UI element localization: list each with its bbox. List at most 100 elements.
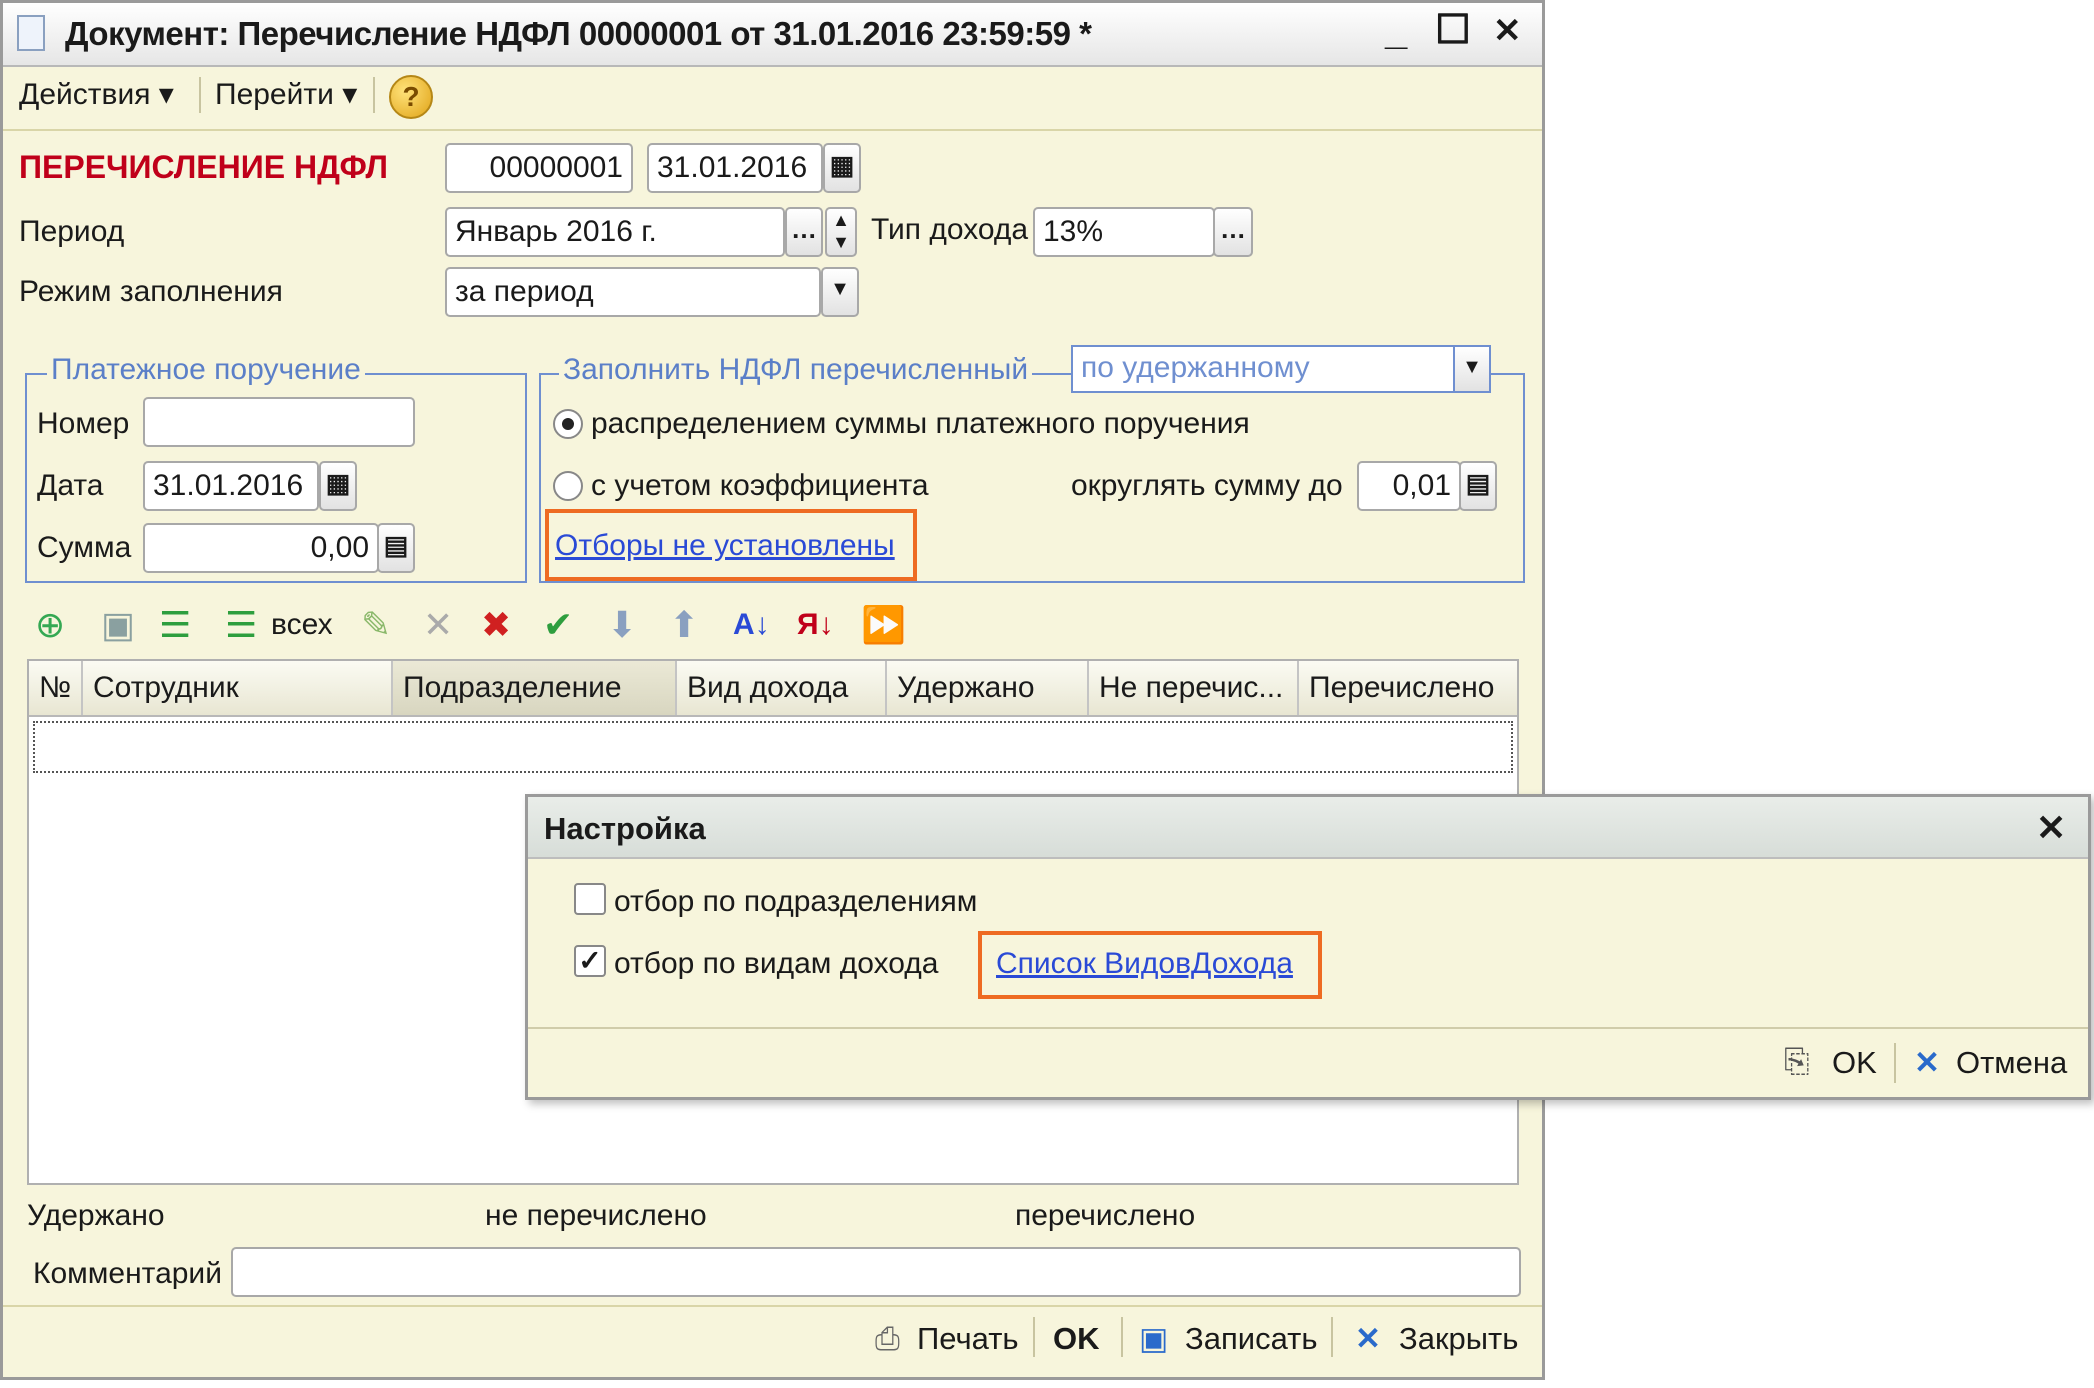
fill-icon[interactable]: ☰ bbox=[159, 603, 191, 647]
help-icon[interactable]: ? bbox=[389, 75, 433, 119]
period-select-button[interactable]: … bbox=[785, 207, 823, 257]
copy-icon[interactable]: ▣ bbox=[101, 603, 135, 647]
fill-all-label[interactable]: всех bbox=[271, 603, 333, 647]
menu-goto[interactable]: Перейти ▾ bbox=[215, 77, 357, 112]
col-not-transferred[interactable]: Не перечис... bbox=[1089, 661, 1299, 715]
sort-desc-icon[interactable]: Я↓ bbox=[797, 603, 834, 647]
calculator-icon[interactable]: ▤ bbox=[1459, 461, 1497, 511]
print-icon[interactable]: ⎙ bbox=[875, 1321, 900, 1358]
sort-asc-icon[interactable]: А↓ bbox=[733, 603, 770, 647]
fill-mode-label: Режим заполнения bbox=[19, 275, 283, 308]
col-withheld[interactable]: Удержано bbox=[887, 661, 1089, 715]
total-withheld-label: Удержано bbox=[27, 1199, 165, 1232]
check-icon[interactable]: ✔ bbox=[543, 603, 573, 647]
edit-icon[interactable]: ✎ bbox=[361, 603, 391, 647]
doc-date-field[interactable]: 31.01.2016 bbox=[647, 143, 823, 193]
po-number-field[interactable] bbox=[143, 397, 415, 447]
calculator-icon[interactable]: ▤ bbox=[377, 523, 415, 573]
period-stepper[interactable]: ▲ ▼ bbox=[825, 207, 857, 257]
period-label: Период bbox=[19, 215, 125, 248]
period-field[interactable]: Январь 2016 г. bbox=[445, 207, 785, 257]
footer-separator bbox=[1121, 1317, 1123, 1357]
ok-button[interactable]: OK bbox=[1053, 1321, 1100, 1357]
dialog-divider bbox=[528, 1027, 2088, 1029]
payment-order-title: Платежное поручение bbox=[47, 353, 365, 387]
filter-departments-checkbox[interactable] bbox=[574, 883, 606, 915]
dialog-close-button[interactable]: ✕ bbox=[2036, 807, 2066, 849]
minimize-button[interactable]: _ bbox=[1385, 9, 1407, 54]
delete-icon[interactable]: ✕ bbox=[423, 603, 453, 647]
dialog-title-bar[interactable]: Настройка ✕ bbox=[528, 797, 2088, 859]
total-not-transferred-label: не перечислено bbox=[485, 1199, 707, 1232]
col-department[interactable]: Подразделение bbox=[393, 661, 677, 715]
window-title: Документ: Перечисление НДФЛ 00000001 от … bbox=[65, 15, 1092, 52]
menu-separator bbox=[199, 77, 201, 113]
footer-divider bbox=[3, 1305, 1542, 1307]
doc-number-field[interactable]: 00000001 bbox=[445, 143, 633, 193]
filter-income-types-label: отбор по видам дохода bbox=[614, 947, 939, 980]
menu-separator bbox=[373, 77, 375, 113]
footer-separator bbox=[1331, 1317, 1333, 1357]
income-type-select-button[interactable]: … bbox=[1213, 207, 1253, 257]
radio-coefficient-label: с учетом коэффициента bbox=[591, 469, 929, 502]
document-icon bbox=[17, 15, 45, 51]
maximize-button[interactable]: ☐ bbox=[1435, 7, 1471, 53]
move-down-icon[interactable]: ⬇ bbox=[607, 603, 637, 647]
comment-label: Комментарий bbox=[33, 1257, 222, 1290]
title-bar[interactable]: Документ: Перечисление НДФЛ 00000001 от … bbox=[3, 3, 1542, 67]
settings-dialog: Настройка ✕ отбор по подразделениям ✓ от… bbox=[525, 794, 2091, 1100]
print-button[interactable]: Печать bbox=[917, 1321, 1019, 1357]
filters-link[interactable]: Отборы не установлены bbox=[555, 529, 895, 563]
po-sum-field[interactable]: 0,00 bbox=[143, 523, 379, 573]
dialog-separator bbox=[1894, 1043, 1896, 1083]
footer-separator bbox=[1033, 1317, 1035, 1357]
close-document-button[interactable]: Закрыть bbox=[1399, 1321, 1518, 1357]
calendar-icon[interactable]: ▦ bbox=[319, 461, 357, 511]
radio-distribute[interactable] bbox=[553, 409, 583, 439]
table-header: № Сотрудник Подразделение Вид дохода Уде… bbox=[29, 661, 1517, 717]
po-sum-label: Сумма bbox=[37, 531, 132, 564]
filter-income-types-checkbox[interactable]: ✓ bbox=[574, 945, 606, 977]
dialog-title: Настройка bbox=[544, 811, 706, 846]
fill-mode-select[interactable]: за период bbox=[445, 267, 821, 317]
document-window: Документ: Перечисление НДФЛ 00000001 от … bbox=[0, 0, 1545, 1380]
save-button[interactable]: Записать bbox=[1185, 1321, 1317, 1357]
round-label: округлять сумму до bbox=[1071, 469, 1343, 502]
income-type-field[interactable]: 13% bbox=[1033, 207, 1215, 257]
close-button[interactable]: ✕ bbox=[1493, 11, 1522, 51]
table-row[interactable] bbox=[33, 721, 1513, 773]
menu-actions[interactable]: Действия ▾ bbox=[19, 77, 174, 112]
po-date-label: Дата bbox=[37, 469, 104, 502]
chevron-down-icon[interactable]: ▼ bbox=[1453, 345, 1491, 393]
radio-distribute-label: распределением суммы платежного поручени… bbox=[591, 407, 1250, 440]
income-types-list-link[interactable]: Список ВидовДохода bbox=[996, 947, 1293, 981]
col-number[interactable]: № bbox=[29, 661, 83, 715]
po-date-field[interactable]: 31.01.2016 bbox=[143, 461, 319, 511]
cancel-icon[interactable]: ✕ bbox=[1914, 1045, 1940, 1081]
fill-ndfl-title: Заполнить НДФЛ перечисленный bbox=[559, 353, 1033, 387]
move-up-icon[interactable]: ⬆ bbox=[669, 603, 699, 647]
col-income-type[interactable]: Вид дохода bbox=[677, 661, 887, 715]
calendar-icon[interactable]: ▦ bbox=[823, 143, 861, 193]
clear-icon[interactable]: ✖ bbox=[481, 603, 511, 647]
col-employee[interactable]: Сотрудник bbox=[83, 661, 393, 715]
close-icon[interactable]: ✕ bbox=[1355, 1321, 1381, 1357]
radio-coefficient[interactable] bbox=[553, 471, 583, 501]
filter-departments-label: отбор по подразделениям bbox=[614, 885, 978, 918]
save-icon[interactable]: ▣ bbox=[1139, 1321, 1168, 1357]
chevron-down-icon[interactable]: ▼ bbox=[821, 267, 859, 317]
dialog-cancel-button[interactable]: Отмена bbox=[1956, 1045, 2067, 1081]
menu-bar: Действия ▾ Перейти ▾ ? bbox=[3, 65, 1542, 131]
comment-field[interactable] bbox=[231, 1247, 1521, 1297]
round-value-field[interactable]: 0,01 bbox=[1357, 461, 1461, 511]
col-transferred[interactable]: Перечислено bbox=[1299, 661, 1517, 715]
dialog-ok-button[interactable]: OK bbox=[1832, 1045, 1877, 1081]
add-icon[interactable]: ⊕ bbox=[35, 603, 65, 647]
total-transferred-label: перечислено bbox=[1015, 1199, 1196, 1232]
income-type-label: Тип дохода bbox=[871, 213, 1029, 246]
fill-ndfl-mode-select[interactable]: по удержанному bbox=[1071, 345, 1455, 393]
forward-icon[interactable]: ⏩ bbox=[861, 603, 906, 647]
ok-icon[interactable]: ⎘ bbox=[1784, 1043, 1810, 1081]
fill-all-icon[interactable]: ☰ bbox=[225, 603, 257, 647]
po-number-label: Номер bbox=[37, 407, 130, 440]
